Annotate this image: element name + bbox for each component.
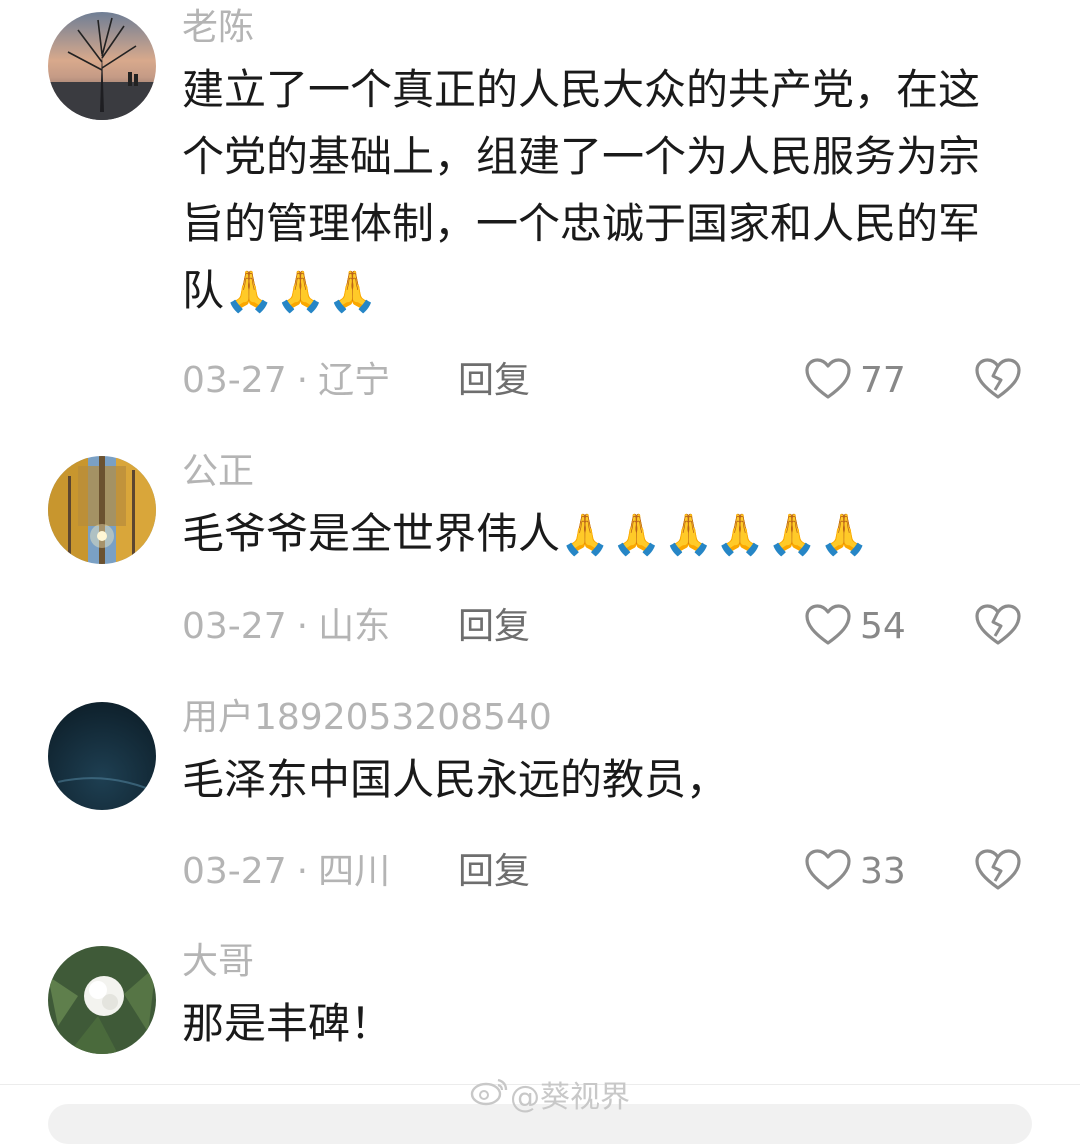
heart-outline-icon: [804, 357, 852, 405]
like-button[interactable]: 77: [804, 356, 906, 406]
watermark-text: @葵视界: [510, 1080, 630, 1115]
heart-outline-icon: [804, 603, 852, 651]
comment-username[interactable]: 用户1892053208540: [182, 696, 552, 740]
comment-location: 山东: [318, 606, 391, 647]
like-count: 33: [860, 851, 906, 892]
like-count: 77: [860, 360, 906, 401]
comment-body: 毛爷爷是全世界伟人: [182, 509, 561, 558]
comment-meta: 03-27 · 四川: [182, 847, 390, 897]
dislike-button[interactable]: [974, 847, 1022, 897]
praying-hands-emoji: 🙏🙏🙏: [224, 269, 380, 315]
avatar[interactable]: [48, 702, 156, 810]
weibo-logo-icon: [470, 1074, 510, 1114]
comment-location: 四川: [318, 851, 391, 892]
avatar[interactable]: [48, 456, 156, 564]
comment-body: 那是丰碑！: [182, 999, 393, 1048]
comment-date: 03-27: [182, 606, 287, 647]
comment-username[interactable]: 公正: [182, 450, 254, 494]
meta-separator: ·: [296, 606, 309, 647]
comment-text: 那是丰碑！: [182, 990, 1002, 1057]
comment-meta: 03-27 · 辽宁: [182, 356, 390, 406]
watermark: @葵视界: [470, 1074, 630, 1115]
reply-button[interactable]: 回复: [458, 602, 530, 652]
comment-body: 毛泽东中国人民永远的教员，: [182, 755, 729, 804]
dislike-button[interactable]: [974, 356, 1022, 406]
avatar[interactable]: [48, 12, 156, 120]
like-button[interactable]: 33: [804, 847, 906, 897]
comment-date: 03-27: [182, 360, 287, 401]
reply-button[interactable]: 回复: [458, 847, 530, 897]
comment-text: 毛泽东中国人民永远的教员，: [182, 746, 1002, 813]
comment-text: 建立了一个真正的人民大众的共产党，在这个党的基础上，组建了一个为人民服务为宗旨的…: [182, 56, 1002, 326]
comment-location: 辽宁: [318, 360, 391, 401]
comment-username[interactable]: 大哥: [182, 940, 254, 984]
like-button[interactable]: 54: [804, 602, 906, 652]
dislike-button[interactable]: [974, 602, 1022, 652]
praying-hands-emoji: 🙏🙏🙏🙏🙏🙏: [560, 512, 871, 558]
comment-text: 毛爷爷是全世界伟人🙏🙏🙏🙏🙏🙏: [182, 500, 1002, 569]
reply-button[interactable]: 回复: [458, 356, 530, 406]
broken-heart-icon: [974, 848, 1022, 896]
comment-username[interactable]: 老陈: [182, 6, 254, 50]
broken-heart-icon: [974, 603, 1022, 651]
meta-separator: ·: [296, 360, 309, 401]
like-count: 54: [860, 606, 906, 647]
comment-meta: 03-27 · 山东: [182, 602, 390, 652]
broken-heart-icon: [974, 357, 1022, 405]
heart-outline-icon: [804, 848, 852, 896]
avatar[interactable]: [48, 946, 156, 1054]
meta-separator: ·: [296, 851, 309, 892]
comment-date: 03-27: [182, 851, 287, 892]
